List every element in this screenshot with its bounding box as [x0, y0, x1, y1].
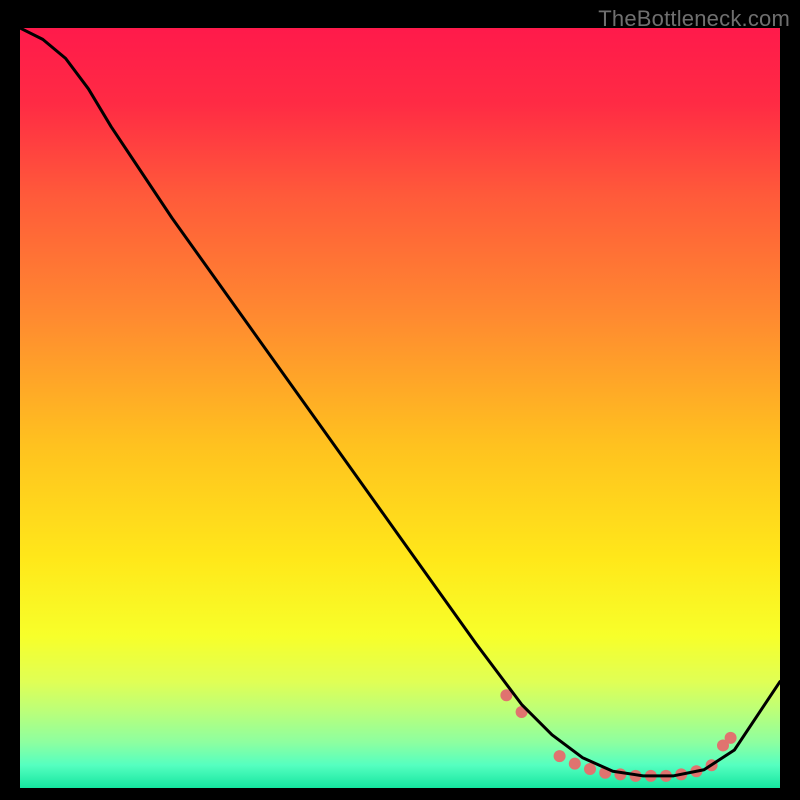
plot-area	[20, 28, 780, 788]
data-point	[725, 732, 737, 744]
chart-svg	[20, 28, 780, 788]
data-point	[569, 758, 581, 770]
data-point	[554, 750, 566, 762]
watermark-label: TheBottleneck.com	[598, 6, 790, 32]
chart-stage: TheBottleneck.com	[0, 0, 800, 800]
data-point	[584, 763, 596, 775]
gradient-background	[20, 28, 780, 788]
